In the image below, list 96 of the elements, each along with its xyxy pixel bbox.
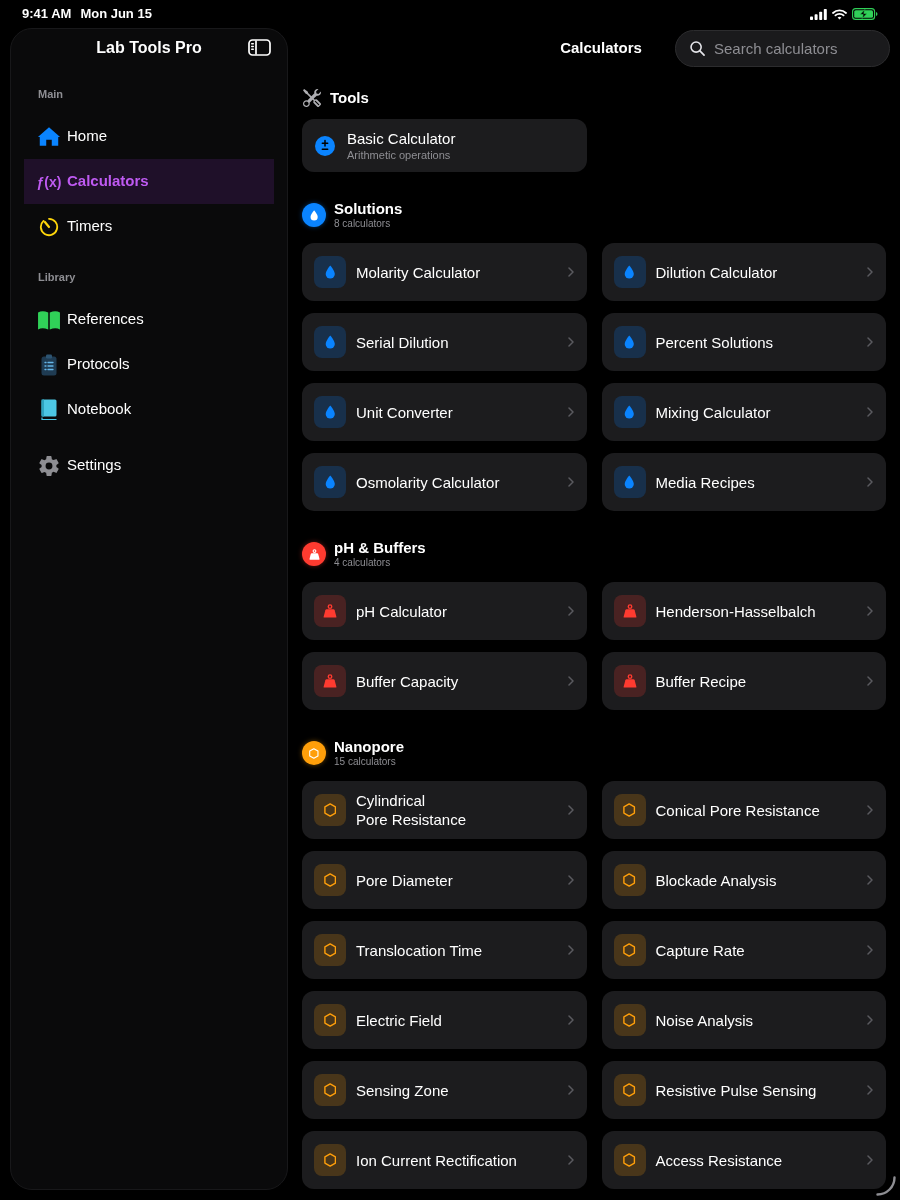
chevron-icon bbox=[867, 477, 873, 487]
chevron-icon bbox=[867, 267, 873, 277]
status-date: Mon Jun 15 bbox=[80, 5, 152, 24]
settings-icon bbox=[38, 454, 60, 477]
drop-icon bbox=[613, 256, 646, 288]
calculator-card[interactable]: Pore Diameter bbox=[302, 851, 587, 909]
calculator-card[interactable]: Capture Rate bbox=[601, 921, 886, 979]
drop-icon bbox=[613, 326, 646, 358]
app-title: Lab Tools Pro bbox=[96, 37, 202, 58]
sidebar-item[interactable]: Timers bbox=[24, 204, 274, 249]
chevron-icon bbox=[867, 945, 873, 955]
calculator-card[interactable]: Resistive Pulse Sensing bbox=[601, 1061, 886, 1119]
status-time: 9:41 AM bbox=[22, 5, 72, 24]
calculator-card[interactable]: Access Resistance bbox=[601, 1131, 886, 1189]
section-title: Solutions bbox=[334, 200, 403, 218]
chevron-icon bbox=[867, 805, 873, 815]
chevron-icon bbox=[567, 1155, 574, 1165]
chevron-icon bbox=[867, 407, 873, 417]
drop-icon bbox=[613, 396, 646, 428]
clipboard-icon bbox=[41, 353, 57, 376]
chevron-icon bbox=[567, 805, 574, 815]
tools-icon bbox=[303, 89, 321, 107]
chevron-icon bbox=[867, 606, 873, 616]
sidebar-item[interactable]: Settings bbox=[24, 443, 274, 488]
drop-icon bbox=[613, 466, 646, 498]
chevron-icon bbox=[867, 1085, 873, 1095]
chevron-icon bbox=[567, 407, 574, 417]
calculator-count: 4 calculators bbox=[334, 557, 392, 569]
search-field[interactable]: Search calculators bbox=[675, 29, 890, 67]
section-title: Nanopore bbox=[334, 738, 404, 756]
calculator-card[interactable]: Ion Current Rectification bbox=[302, 1131, 587, 1189]
calculator-card[interactable]: Cylindrical Pore Resistance bbox=[302, 781, 587, 839]
timer-icon bbox=[39, 216, 59, 237]
calculator-card[interactable]: Noise Analysis bbox=[601, 991, 886, 1049]
book-icon bbox=[41, 399, 57, 420]
sidebar-item[interactable]: Home bbox=[24, 114, 274, 159]
plus-minus-icon bbox=[315, 135, 335, 156]
weight-icon bbox=[314, 595, 346, 627]
chevron-icon bbox=[567, 1085, 574, 1095]
resize-handle-icon[interactable] bbox=[876, 1176, 896, 1196]
calculator-card[interactable]: Unit Converter bbox=[302, 383, 587, 441]
page-title: Calculators bbox=[559, 37, 642, 58]
open-book-icon bbox=[37, 309, 61, 330]
chevron-icon bbox=[567, 676, 574, 686]
sidebar-icon[interactable] bbox=[248, 39, 271, 56]
chevron-icon bbox=[867, 1155, 873, 1165]
chevron-icon bbox=[567, 606, 574, 616]
calculator-card[interactable]: Mixing Calculator bbox=[601, 383, 886, 441]
calculator-card[interactable]: Osmolarity Calculator bbox=[302, 453, 587, 511]
function-icon: ƒ(x) bbox=[36, 174, 62, 189]
calculator-card[interactable]: Buffer Recipe bbox=[601, 652, 886, 710]
drop-icon bbox=[314, 466, 346, 498]
section-title: Tools bbox=[330, 87, 369, 108]
chevron-icon bbox=[567, 337, 574, 347]
calculator-card[interactable]: Serial Dilution bbox=[302, 313, 587, 371]
chevron-icon bbox=[867, 676, 873, 686]
chevron-icon bbox=[867, 337, 873, 347]
chevron-icon bbox=[567, 477, 574, 487]
search-icon bbox=[690, 40, 705, 56]
drop-icon bbox=[314, 396, 346, 428]
calculator-card[interactable]: Sensing Zone bbox=[302, 1061, 587, 1119]
house-icon bbox=[37, 126, 61, 147]
calculator-card[interactable]: Basic Calculator Arithmetic operations bbox=[302, 119, 587, 172]
calculator-card[interactable]: pH Calculator bbox=[302, 582, 587, 640]
calculator-card[interactable]: Henderson-Hasselbalch bbox=[601, 582, 886, 640]
calculator-card[interactable]: Media Recipes bbox=[601, 453, 886, 511]
calculator-card[interactable]: Blockade Analysis bbox=[601, 851, 886, 909]
weight-icon bbox=[613, 595, 646, 627]
calculator-count: 15 calculators bbox=[334, 756, 397, 768]
sidebar-item[interactable]: Notebook bbox=[24, 387, 274, 432]
chevron-icon bbox=[567, 875, 574, 885]
sidebar-item[interactable]: ƒ(x) Calculators bbox=[24, 159, 274, 204]
signal-icon bbox=[810, 8, 827, 20]
chevron-icon bbox=[867, 1015, 873, 1025]
weight-icon bbox=[314, 665, 346, 697]
calculator-card[interactable]: Buffer Capacity bbox=[302, 652, 587, 710]
calculator-card[interactable]: Translocation Time bbox=[302, 921, 587, 979]
drop-icon bbox=[314, 326, 346, 358]
chevron-icon bbox=[567, 1015, 574, 1025]
calculator-card[interactable]: Percent Solutions bbox=[601, 313, 886, 371]
sidebar-item[interactable]: References bbox=[24, 297, 274, 342]
calculator-card[interactable]: Dilution Calculator bbox=[601, 243, 886, 301]
weight-icon bbox=[613, 665, 646, 697]
sidebar-item[interactable]: Protocols bbox=[24, 342, 274, 387]
chevron-icon bbox=[567, 267, 574, 277]
section-label: Main bbox=[37, 87, 65, 101]
calculator-card[interactable]: Conical Pore Resistance bbox=[601, 781, 886, 839]
calculator-card[interactable]: Molarity Calculator bbox=[302, 243, 587, 301]
calculator-card[interactable]: Electric Field bbox=[302, 991, 587, 1049]
calculator-count: 8 calculators bbox=[334, 218, 392, 230]
drop-icon bbox=[314, 256, 346, 288]
section-label: Library bbox=[37, 270, 77, 284]
section-title: pH & Buffers bbox=[334, 539, 426, 557]
wifi-icon bbox=[832, 8, 847, 20]
chevron-icon bbox=[867, 875, 873, 885]
chevron-icon bbox=[567, 945, 574, 955]
